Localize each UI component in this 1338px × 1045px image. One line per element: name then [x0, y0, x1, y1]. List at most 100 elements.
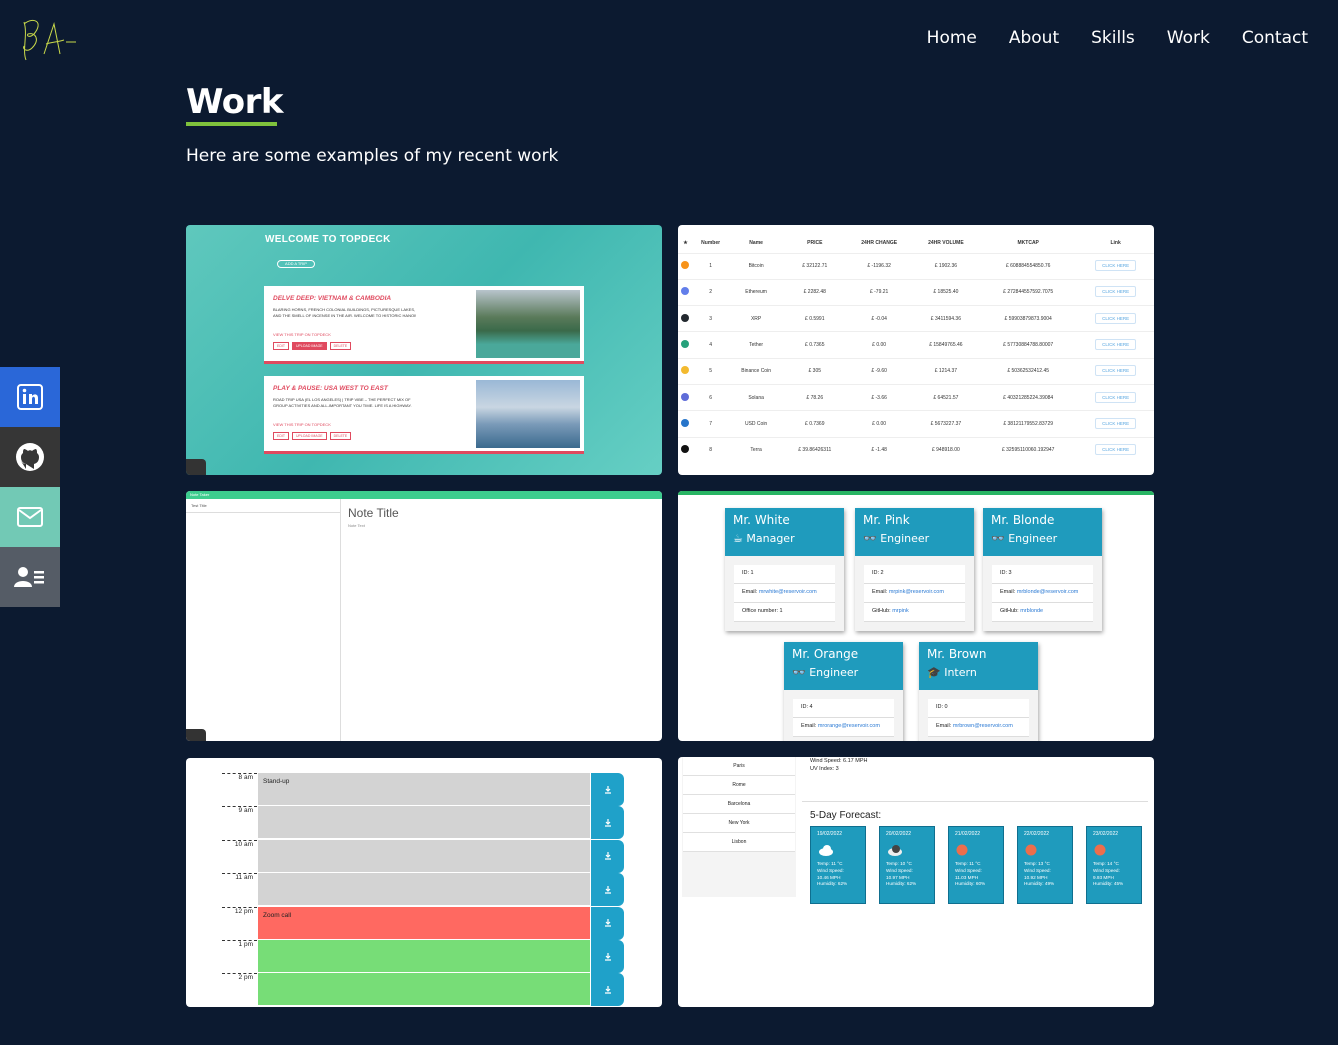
cell-price: £ 305	[783, 357, 846, 385]
main-nav: Home About Skills Work Contact	[927, 28, 1308, 48]
social-sidebar	[0, 367, 60, 607]
resume-link[interactable]	[0, 547, 60, 607]
trip-link: VIEW THIS TRIP ON TOPDECK	[273, 422, 331, 427]
coin-icon	[681, 366, 690, 375]
role-icon: 👓	[991, 532, 1005, 545]
forecast-date: 23/02/2022	[1093, 831, 1119, 837]
employee-id: ID: 4	[793, 699, 894, 718]
city-button: Paris	[683, 757, 795, 776]
employee-name: Mr. Blonde	[991, 513, 1055, 527]
table-row: 7 USD Coin £ 0.7369 £ 0.00 £ 5673227.37 £ 381…	[678, 410, 1154, 438]
cell-volume: £ 1902.36	[912, 252, 980, 280]
forecast-date: 20/02/2022	[886, 831, 912, 837]
project-card-notes[interactable]: Note Taker Test Title Note Title Note Te…	[186, 491, 662, 741]
email-link[interactable]	[0, 487, 60, 547]
note-title: Note Title	[348, 506, 399, 520]
nav-contact[interactable]: Contact	[1242, 28, 1308, 48]
forecast-date: 21/02/2022	[955, 831, 981, 837]
cell-price: £ 32122.71	[783, 252, 846, 280]
cell-change: £ -1.48	[845, 436, 913, 464]
linkedin-icon	[17, 384, 43, 410]
table-row: 2 Ethereum £ 2282.48 £ -79.21 £ 18525.40 £ 27…	[678, 278, 1154, 306]
email-link: mrbrown@reservoir.com	[952, 723, 1013, 729]
github-link: mrblonde	[1020, 608, 1044, 614]
project-card-scheduler[interactable]: 8 am Stand-up 9 am 10 am 11 am 12 pm Zoom call…	[186, 758, 662, 1007]
event-text	[258, 873, 590, 907]
coin-icon	[681, 313, 690, 322]
employee-id: ID: 2	[864, 565, 965, 584]
coin-icon	[681, 261, 690, 270]
coin-icon	[681, 418, 690, 427]
save-button	[591, 839, 624, 873]
save-icon	[604, 985, 611, 994]
cell-name: Bitcoin	[728, 252, 784, 280]
trip-photo	[476, 380, 580, 448]
col-name: Name	[749, 239, 763, 246]
cell-number: 2	[692, 278, 729, 306]
time-block: 9 am	[222, 806, 624, 840]
event-text: Stand-up	[258, 773, 590, 806]
note-item: Test Title	[186, 499, 340, 513]
time-block: 2 pm	[222, 973, 624, 1007]
time-block: 1 pm	[222, 940, 624, 973]
extra-label: GitHub:	[1000, 608, 1019, 614]
trip-card: PLAY & PAUSE: USA WEST TO EAST ROAD TRIP…	[264, 376, 584, 454]
notes-app-bar: Note Taker	[186, 491, 662, 499]
email-label: Email:	[801, 723, 817, 729]
project-card-weather[interactable]: Paris Rome Barcelona New York Lisbon Wind Sp…	[678, 757, 1154, 1007]
page-subtitle: Here are some examples of my recent work	[186, 146, 559, 166]
project-card-crypto[interactable]: ★ Number Name PRICE 24HR CHANGE 24HR VOL…	[678, 225, 1154, 475]
page-title: Work	[186, 82, 284, 122]
cell-number: 1	[692, 252, 729, 280]
project-card-team[interactable]: Mr. White ☕ Manager ID: 1 Email: mrwhite@re…	[678, 491, 1154, 741]
save-icon	[604, 952, 611, 961]
nav-skills[interactable]: Skills	[1091, 28, 1135, 48]
coin-icon	[681, 340, 690, 349]
role-icon: 🎓	[927, 666, 941, 679]
nav-about[interactable]: About	[1009, 28, 1059, 48]
project-card-topdeck[interactable]: WELCOME TO TOPDECK ADD A TRIP DELVE DEEP…	[186, 225, 662, 475]
city-button: Rome	[683, 776, 795, 795]
team-top-bar	[678, 491, 1154, 495]
forecast-humidity: Humidity: 49%	[1024, 881, 1055, 886]
table-row: 1 Bitcoin £ 32122.71 £ -1196.32 £ 1902.36 £ 6…	[678, 252, 1154, 280]
forecast-day: 23/02/2022 Temp: 14 °C Wind Speed: 9.93 MPH…	[1086, 826, 1142, 904]
nav-work[interactable]: Work	[1167, 28, 1210, 48]
employee-role: Engineer	[1008, 532, 1058, 545]
nav-home[interactable]: Home	[927, 28, 977, 48]
event-text	[258, 940, 590, 973]
delete-button: DELETE	[329, 432, 352, 440]
cell-mktcap: £ 50362532412.45	[979, 357, 1078, 385]
trip-title: DELVE DEEP: VIETNAM & CAMBODIA	[273, 295, 392, 302]
click-here-button: CLICK HERE	[1095, 444, 1137, 456]
table-row: 6 Solana £ 78.26 £ -3.66 £ 64521.57 £ 4032128…	[678, 383, 1154, 411]
cell-price: £ 2282.48	[783, 278, 846, 306]
click-here-button: CLICK HERE	[1095, 417, 1137, 429]
linkedin-link[interactable]	[0, 367, 60, 427]
cell-number: 7	[692, 410, 729, 438]
cell-mktcap: £ 57730884788.80007	[979, 331, 1078, 359]
trip-title: PLAY & PAUSE: USA WEST TO EAST	[273, 385, 388, 392]
cell-number: 3	[692, 305, 729, 332]
employee-name: Mr. Pink	[863, 513, 910, 527]
github-link[interactable]	[0, 427, 60, 487]
cell-price: £ 39.86426311	[783, 436, 846, 464]
employee-name: Mr. Orange	[792, 647, 859, 661]
email-label: Email:	[742, 589, 758, 595]
cell-mktcap: £ 40321285224.39084	[979, 383, 1078, 411]
forecast-date: 22/02/2022	[1024, 831, 1050, 837]
cell-name: Solana	[728, 383, 784, 411]
click-here-button: CLICK HERE	[1095, 391, 1137, 403]
email-label: Email:	[936, 723, 952, 729]
forecast-day: 19/02/2022 Temp: 11 °C Wind Speed: 10.46 MP…	[810, 826, 866, 904]
logo-signature[interactable]	[14, 14, 80, 66]
note-text: Note Text	[348, 523, 365, 528]
notes-list: Test Title	[186, 499, 341, 741]
table-row: 3 XRP £ 0.5991 £ -0.04 £ 3411594.36 £ 5990387…	[678, 305, 1154, 332]
cell-mktcap: £ 608884554850.76	[979, 252, 1078, 280]
employee-role: Intern	[944, 666, 977, 679]
cell-name: Binance Coin	[728, 357, 784, 385]
save-icon	[604, 785, 611, 794]
cell-number: 5	[692, 357, 729, 385]
sun-icon	[956, 844, 968, 856]
